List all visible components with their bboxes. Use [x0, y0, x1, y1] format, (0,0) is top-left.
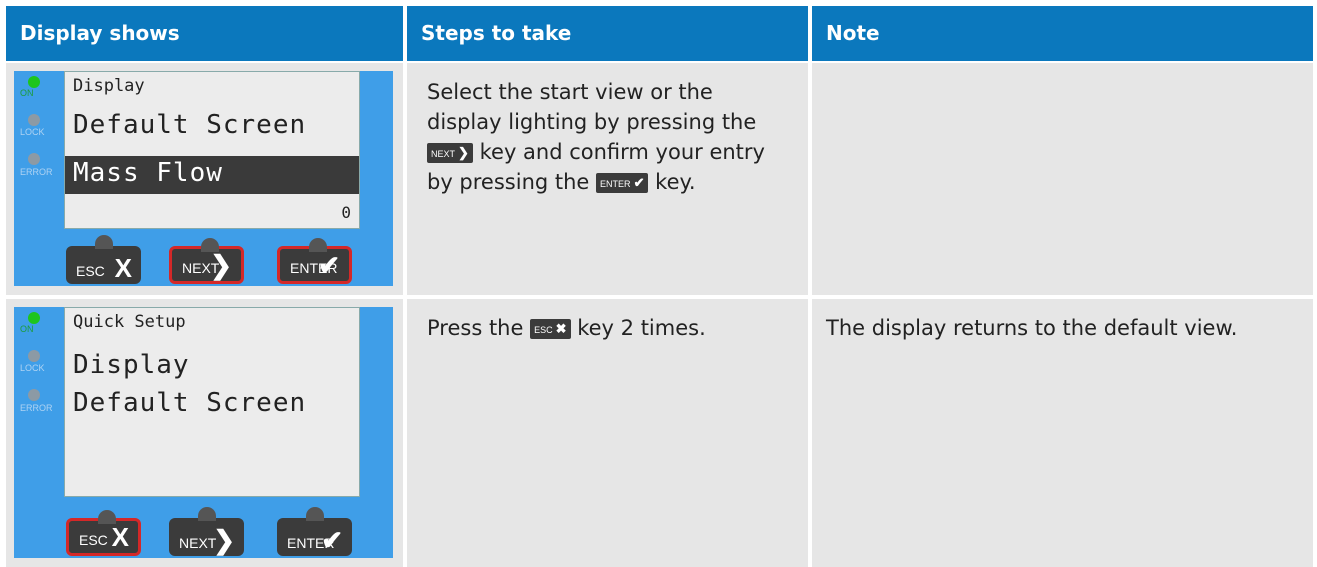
- row1-steps-cell: Select the start view or the display lig…: [407, 63, 808, 295]
- esc-key-icon: ESC ✖: [530, 319, 571, 339]
- screen-line-2: Display: [73, 350, 190, 380]
- enter-key-icon: ENTER ✔: [596, 173, 649, 193]
- device-screen: Quick Setup Display Default Screen: [64, 307, 360, 497]
- led-on-label: ON: [20, 88, 34, 98]
- header-note: Note: [812, 6, 1313, 61]
- checkmark-icon: ✔: [318, 250, 340, 280]
- led-on-icon: [28, 312, 40, 324]
- close-icon: X: [114, 253, 132, 283]
- esc-key[interactable]: ESC X: [66, 510, 141, 556]
- led-error-icon: [28, 153, 40, 165]
- screen-line-1: Quick Setup: [73, 312, 186, 332]
- next-key[interactable]: NEXT ❯: [169, 238, 244, 284]
- next-key[interactable]: NEXT ❯: [169, 507, 244, 556]
- screen-line-3: Mass Flow: [73, 158, 223, 188]
- screen-selected-row: Mass Flow: [65, 156, 359, 194]
- row1-note-cell: [812, 63, 1313, 295]
- screen-line-3: Default Screen: [73, 388, 307, 418]
- chevron-right-icon: ❯: [210, 250, 232, 280]
- led-lock-label: LOCK: [20, 363, 45, 373]
- next-key-icon: NEXT ❯: [427, 143, 473, 163]
- row2-steps-cell: Press the ESC ✖ key 2 times.: [407, 299, 808, 567]
- screen-counter: 0: [341, 203, 351, 222]
- enter-key[interactable]: ENTER ✔: [277, 507, 352, 556]
- device-panel: ON LOCK ERROR Display Default Screen Mas…: [14, 71, 393, 286]
- esc-key[interactable]: ESC X: [66, 235, 141, 284]
- row2-display-cell: ON LOCK ERROR Quick Setup Display Defaul…: [6, 299, 403, 567]
- led-error-label: ERROR: [20, 167, 53, 177]
- led-error-label: ERROR: [20, 403, 53, 413]
- screen-line-1: Display: [73, 76, 145, 96]
- chevron-right-icon: ❯: [213, 525, 235, 555]
- header-steps-to-take: Steps to take: [407, 6, 808, 61]
- row1-display-cell: ON LOCK ERROR Display Default Screen Mas…: [6, 63, 403, 295]
- close-icon: X: [111, 522, 129, 552]
- led-lock-label: LOCK: [20, 127, 45, 137]
- led-lock-icon: [28, 350, 40, 362]
- led-error-icon: [28, 389, 40, 401]
- screen-line-2: Default Screen: [73, 110, 307, 140]
- led-on-icon: [28, 76, 40, 88]
- device-screen: Display Default Screen Mass Flow 0: [64, 71, 360, 229]
- device-panel: ON LOCK ERROR Quick Setup Display Defaul…: [14, 307, 393, 558]
- checkmark-icon: ✔: [321, 525, 343, 555]
- led-on-label: ON: [20, 324, 34, 334]
- led-lock-icon: [28, 114, 40, 126]
- row2-note-cell: The display returns to the default view.: [812, 299, 1313, 567]
- enter-key[interactable]: ENTER ✔: [277, 238, 352, 284]
- header-display-shows: Display shows: [6, 6, 403, 61]
